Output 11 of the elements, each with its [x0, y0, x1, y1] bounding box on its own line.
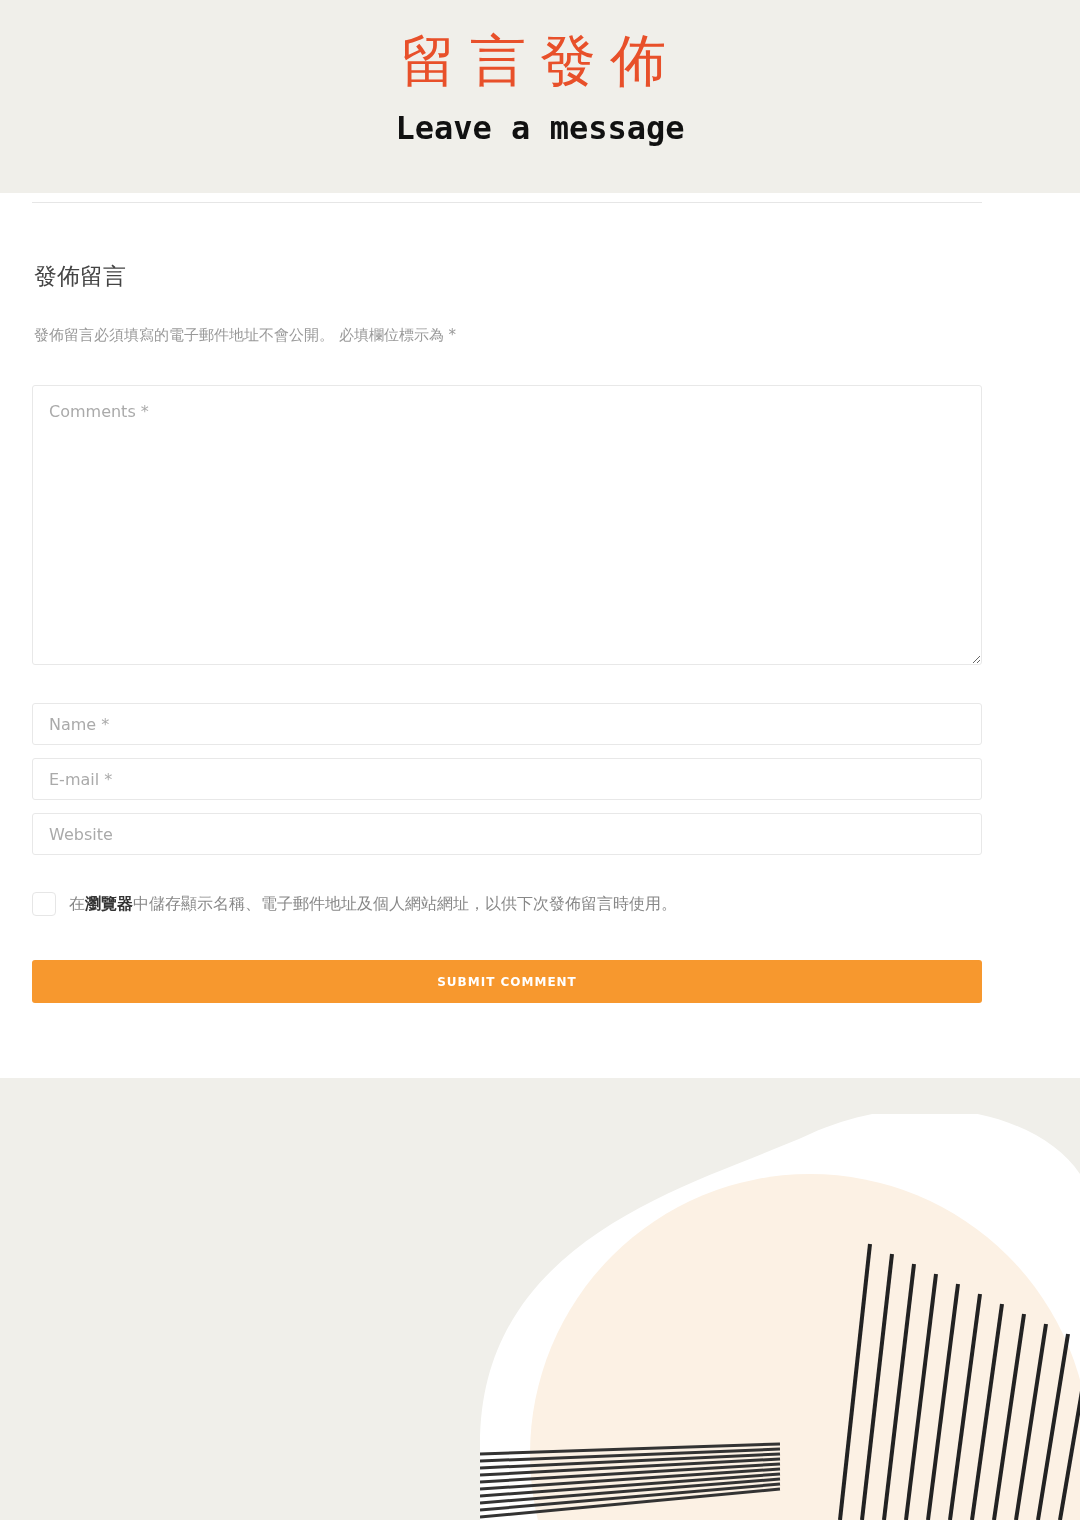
comment-field[interactable]: Comments *: [32, 385, 982, 665]
page-title: 留言發佈: [400, 28, 680, 94]
page-subtitle: Leave a message: [395, 108, 685, 148]
form-heading: 發佈留言: [34, 262, 127, 291]
text-field[interactable]: E-mail *: [32, 758, 982, 800]
text-field[interactable]: Website: [32, 813, 982, 855]
submit-button[interactable]: SUBMIT COMMENT: [32, 960, 982, 1003]
form-notice: 發佈留言必須填寫的電子郵件地址不會公開。 必填欄位標示為 *: [34, 325, 458, 345]
text-field[interactable]: Name *: [32, 703, 982, 745]
consent-label: 在瀏覽器中儲存顯示名稱、電子郵件地址及個人網站網址，以供下次發佈留言時使用。: [69, 893, 677, 915]
consent-checkbox[interactable]: [32, 892, 56, 916]
